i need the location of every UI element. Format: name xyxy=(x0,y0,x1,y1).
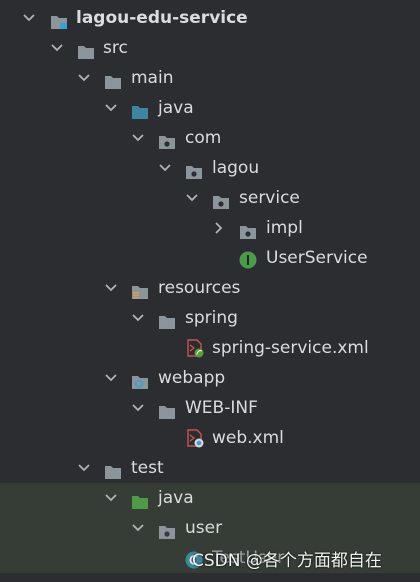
web-folder-icon xyxy=(131,370,149,389)
csdn-watermark: CSDN @各个方面都自在 xyxy=(192,551,382,571)
project-label: lagou-edu-service xyxy=(76,8,248,28)
chevron-down-icon[interactable] xyxy=(131,393,145,423)
tree-row-impl[interactable]: impl xyxy=(0,213,420,243)
chevron-down-icon[interactable] xyxy=(22,3,36,33)
impl-label: impl xyxy=(266,218,303,238)
chevron-down-icon[interactable] xyxy=(158,153,172,183)
chevron-down-icon[interactable] xyxy=(131,123,145,153)
tree-row-userservice[interactable]: UserService xyxy=(0,243,420,273)
folder-icon xyxy=(158,310,176,329)
chevron-down-icon[interactable] xyxy=(104,363,118,393)
test-label: test xyxy=(131,458,164,478)
tree-row-test[interactable]: test xyxy=(0,453,420,483)
chevron-down-icon[interactable] xyxy=(131,513,145,543)
tree-row-project[interactable]: lagou-edu-service xyxy=(0,3,420,33)
folder-icon xyxy=(104,460,122,479)
spring-xml-icon xyxy=(185,338,204,358)
folder-icon xyxy=(158,400,176,419)
chevron-down-icon[interactable] xyxy=(104,273,118,303)
chevron-right-icon[interactable] xyxy=(212,213,226,243)
test-java-label: java xyxy=(158,488,194,508)
project-folder-icon xyxy=(50,10,68,29)
source-folder-icon xyxy=(131,100,149,119)
spring-label: spring xyxy=(185,308,238,328)
tree-row-resources[interactable]: resources xyxy=(0,273,420,303)
tree-row-com[interactable]: com xyxy=(0,123,420,153)
web-inf-label: WEB-INF xyxy=(185,398,258,418)
chevron-down-icon[interactable] xyxy=(50,33,64,63)
java-label: java xyxy=(158,98,194,118)
chevron-down-icon[interactable] xyxy=(131,303,145,333)
tree-row-main[interactable]: main xyxy=(0,63,420,93)
tree-row-lagou[interactable]: lagou xyxy=(0,153,420,183)
tree-row-src[interactable]: src xyxy=(0,33,420,63)
resources-label: resources xyxy=(158,278,241,298)
service-label: service xyxy=(239,188,300,208)
lagou-label: lagou xyxy=(212,158,260,178)
package-icon xyxy=(185,160,203,179)
web-xml-icon xyxy=(185,428,204,448)
webapp-label: webapp xyxy=(158,368,226,388)
package-icon xyxy=(158,520,176,539)
main-label: main xyxy=(131,68,174,88)
chevron-down-icon[interactable] xyxy=(77,63,91,93)
web-xml-label: web.xml xyxy=(212,428,284,448)
com-label: com xyxy=(185,128,222,148)
test-folder-icon xyxy=(131,490,149,509)
user-label: user xyxy=(185,518,223,538)
tree-row-web-xml[interactable]: web.xml xyxy=(0,423,420,453)
interface-icon xyxy=(239,249,257,269)
tree-row-spring[interactable]: spring xyxy=(0,303,420,333)
tree-row-user[interactable]: user xyxy=(0,513,420,543)
package-icon xyxy=(239,220,257,239)
src-label: src xyxy=(103,38,128,58)
folder-icon xyxy=(104,70,122,89)
resources-folder-icon xyxy=(131,280,149,299)
spring-service-xml-label: spring-service.xml xyxy=(212,338,369,358)
tree-row-test-java[interactable]: java xyxy=(0,483,420,513)
package-icon xyxy=(212,190,230,209)
chevron-down-icon[interactable] xyxy=(185,183,199,213)
project-tree: lagou-edu-service src main java com lago… xyxy=(0,3,420,573)
folder-icon xyxy=(77,40,95,59)
chevron-down-icon[interactable] xyxy=(77,453,91,483)
tree-row-service[interactable]: service xyxy=(0,183,420,213)
tree-row-java[interactable]: java xyxy=(0,93,420,123)
chevron-down-icon[interactable] xyxy=(104,93,118,123)
tree-row-web-inf[interactable]: WEB-INF xyxy=(0,393,420,423)
userservice-label: UserService xyxy=(266,248,368,268)
tree-row-webapp[interactable]: webapp xyxy=(0,363,420,393)
package-icon xyxy=(158,130,176,149)
tree-row-spring-service-xml[interactable]: spring-service.xml xyxy=(0,333,420,363)
chevron-down-icon[interactable] xyxy=(104,483,118,513)
